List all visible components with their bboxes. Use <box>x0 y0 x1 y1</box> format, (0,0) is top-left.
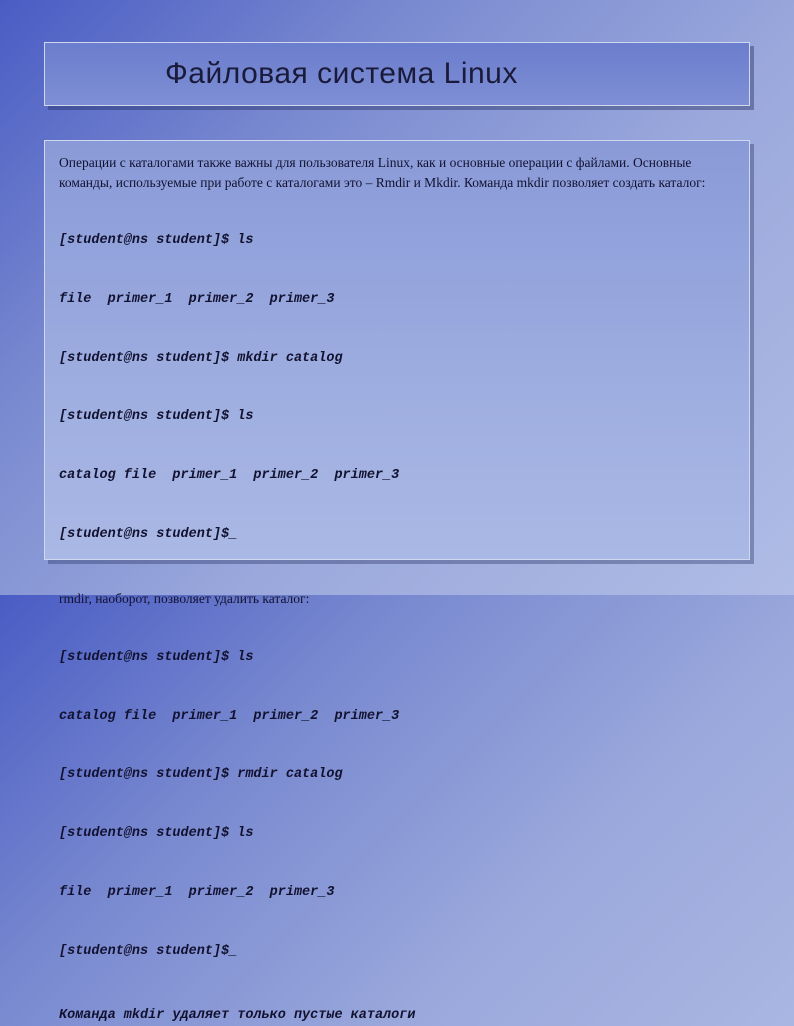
term-line: file primer_1 primer_2 primer_3 <box>59 290 735 310</box>
slide-title: Файловая система Linux <box>165 57 518 91</box>
footer-note: Команда mkdir удаляет только пустые ката… <box>59 1006 735 1026</box>
terminal-block-2: [student@ns student]$ ls catalog file pr… <box>59 609 735 1000</box>
title-container: Файловая система Linux <box>44 42 750 106</box>
term-line: [student@ns student]$ rmdir catalog <box>59 765 735 785</box>
term-line: file primer_1 primer_2 primer_3 <box>59 883 735 903</box>
mid-text: rmdir, наоборот, позволяет удалить катал… <box>59 589 735 609</box>
term-line: [student@ns student]$_ <box>59 942 735 962</box>
term-line: [student@ns student]$ ls <box>59 824 735 844</box>
body-container: Операции с каталогами также важны для по… <box>44 140 750 560</box>
term-line: [student@ns student]$ ls <box>59 231 735 251</box>
title-box: Файловая система Linux <box>44 42 750 106</box>
intro-text: Операции с каталогами также важны для по… <box>59 153 735 192</box>
term-line: catalog file primer_1 primer_2 primer_3 <box>59 466 735 486</box>
term-line: [student@ns student]$ ls <box>59 407 735 427</box>
term-line: [student@ns student]$_ <box>59 525 735 545</box>
body-box: Операции с каталогами также важны для по… <box>44 140 750 560</box>
term-line: [student@ns student]$ mkdir catalog <box>59 349 735 369</box>
terminal-block-1: [student@ns student]$ ls file primer_1 p… <box>59 192 735 583</box>
term-line: catalog file primer_1 primer_2 primer_3 <box>59 707 735 727</box>
term-line: [student@ns student]$ ls <box>59 648 735 668</box>
